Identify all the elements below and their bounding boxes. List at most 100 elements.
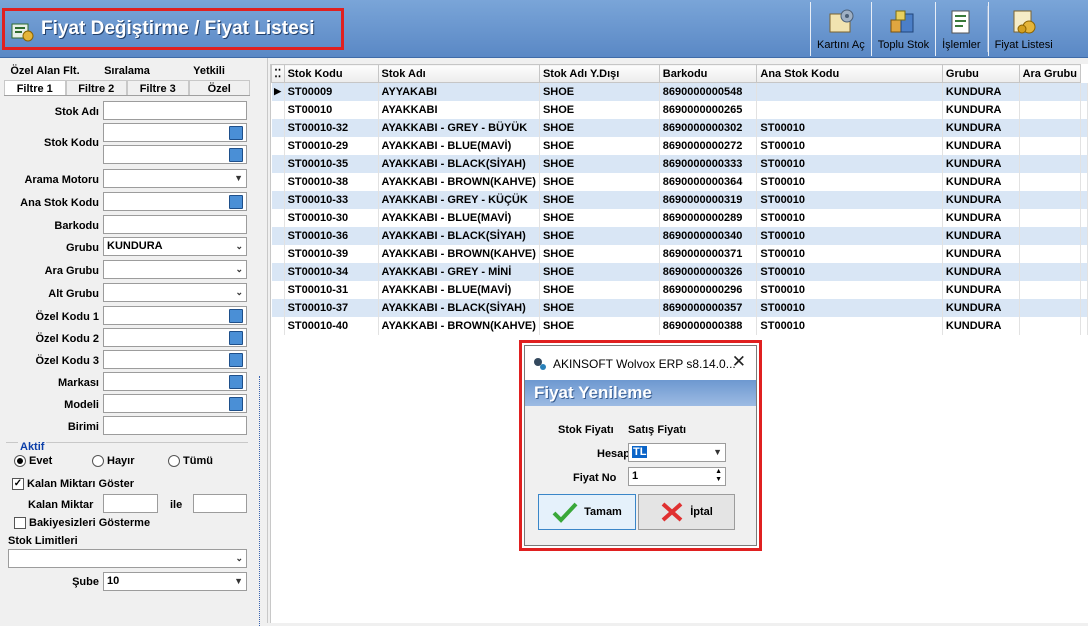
tab-ozel-alan[interactable]: Özel Alan Flt. — [4, 63, 86, 79]
table-cell[interactable]: AYAKKABI - BLACK(SİYAH) — [378, 298, 540, 317]
modeli-input[interactable] — [103, 394, 247, 413]
table-cell[interactable]: 8690000000319 — [659, 190, 758, 209]
splitter-grip[interactable] — [259, 376, 263, 626]
table-cell[interactable]: ST00010-36 — [284, 226, 379, 245]
panel-splitter[interactable] — [252, 58, 268, 626]
table-cell[interactable]: KUNDURA — [942, 226, 1020, 245]
hesap-select[interactable]: TL ▼ — [628, 443, 726, 462]
table-cell[interactable] — [756, 100, 943, 119]
bakiyesizleri-gosterme-checkbox[interactable]: Bakiyesizleri Gösterme — [14, 517, 150, 529]
table-row[interactable]: ST00010 AYAKKABI SHOE 8690000000265 KUNDURA — [271, 100, 1088, 119]
ozel-kodu-3-input[interactable] — [103, 350, 247, 369]
table-cell[interactable]: ST00010-30 — [284, 208, 379, 227]
arama-motoru-select[interactable]: ▼ — [103, 169, 247, 188]
table-cell[interactable]: 8690000000302 — [659, 118, 758, 137]
aktif-evet-radio[interactable]: Evet — [14, 455, 52, 467]
table-cell[interactable]: ST00010-32 — [284, 118, 379, 137]
fiyat-no-stepper[interactable]: 1 ▲ ▼ — [628, 467, 726, 486]
column-header[interactable]: Stok Adı — [377, 64, 540, 83]
bulk-stock-button[interactable]: Toplu Stok — [870, 2, 935, 56]
table-cell[interactable]: 8690000000296 — [659, 280, 758, 299]
table-cell[interactable]: KUNDURA — [942, 262, 1020, 281]
aktif-tumu-radio[interactable]: Tümü — [168, 455, 213, 467]
stok-kodu-input-1[interactable] — [103, 123, 247, 142]
table-row[interactable]: ST00010-36 AYAKKABI - BLACK(SİYAH) SHOE 869… — [271, 226, 1088, 245]
table-row[interactable]: ST00010-31 AYAKKABI - BLUE(MAVİ) SHOE 86900… — [271, 280, 1088, 299]
table-cell[interactable] — [1019, 226, 1082, 245]
ozel-kodu-1-input[interactable] — [103, 306, 247, 325]
table-row[interactable]: ST00010-38 AYAKKABI - BROWN(KAHVE) SHOE 869… — [271, 172, 1088, 191]
table-row[interactable]: ▶ ST00009 AYYAKABI SHOE 8690000000548 KUNDURA — [271, 82, 1088, 101]
table-cell[interactable]: AYAKKABI - GREY - BÜYÜK — [378, 118, 540, 137]
open-card-button[interactable]: Kartını Aç — [810, 2, 871, 56]
ara-grubu-select[interactable]: ⌄ — [103, 260, 247, 279]
table-cell[interactable] — [1019, 208, 1082, 227]
table-cell[interactable]: AYAKKABI - BLUE(MAVİ) — [378, 280, 540, 299]
table-cell[interactable]: SHOE — [539, 208, 660, 227]
table-cell[interactable]: KUNDURA — [942, 190, 1020, 209]
barkodu-input[interactable] — [103, 215, 247, 234]
ozel-kodu-2-input[interactable] — [103, 328, 247, 347]
table-cell[interactable]: AYAKKABI - GREY - KÜÇÜK — [378, 190, 540, 209]
table-cell[interactable]: KUNDURA — [942, 136, 1020, 155]
table-cell[interactable] — [1019, 244, 1082, 263]
table-cell[interactable]: 8690000000371 — [659, 244, 758, 263]
operations-button[interactable]: İşlemler — [935, 2, 987, 56]
table-cell[interactable]: ST00010 — [756, 118, 943, 137]
table-cell[interactable]: ST00010 — [756, 208, 943, 227]
table-cell[interactable] — [1019, 280, 1082, 299]
table-cell[interactable]: ST00010 — [756, 280, 943, 299]
table-cell[interactable]: AYAKKABI - GREY - MİNİ — [378, 262, 540, 281]
table-cell[interactable]: 8690000000333 — [659, 154, 758, 173]
table-cell[interactable]: KUNDURA — [942, 298, 1020, 317]
table-cell[interactable] — [1019, 82, 1082, 101]
table-cell[interactable]: ST00010 — [756, 226, 943, 245]
table-cell[interactable] — [1019, 316, 1082, 335]
table-cell[interactable]: SHOE — [539, 154, 660, 173]
table-cell[interactable]: ST00010 — [756, 298, 943, 317]
table-cell[interactable]: SHOE — [539, 172, 660, 191]
table-cell[interactable]: 8690000000388 — [659, 316, 758, 335]
table-cell[interactable]: AYAKKABI - BLUE(MAVİ) — [378, 208, 540, 227]
table-cell[interactable]: SHOE — [539, 82, 660, 101]
table-cell[interactable]: AYAKKABI — [378, 100, 540, 119]
column-header[interactable]: Barkodu — [658, 64, 758, 83]
tab-ozel[interactable]: Özel — [188, 80, 250, 95]
table-cell[interactable]: 8690000000357 — [659, 298, 758, 317]
table-cell[interactable] — [1019, 172, 1082, 191]
table-cell[interactable]: KUNDURA — [942, 154, 1020, 173]
table-cell[interactable] — [756, 82, 943, 101]
table-cell[interactable]: ST00010-38 — [284, 172, 379, 191]
markasi-input[interactable] — [103, 372, 247, 391]
table-cell[interactable]: ST00010-29 — [284, 136, 379, 155]
table-row[interactable]: ST00010-30 AYAKKABI - BLUE(MAVİ) SHOE 86900… — [271, 208, 1088, 227]
table-cell[interactable]: 8690000000289 — [659, 208, 758, 227]
tab-filtre-1[interactable]: Filtre 1 — [4, 80, 66, 95]
table-cell[interactable]: AYAKKABI - BLACK(SİYAH) — [378, 154, 540, 173]
table-cell[interactable] — [1019, 298, 1082, 317]
stok-limitleri-select[interactable]: ⌄ — [8, 549, 247, 568]
table-cell[interactable]: KUNDURA — [942, 118, 1020, 137]
table-cell[interactable]: KUNDURA — [942, 100, 1020, 119]
table-cell[interactable] — [1019, 154, 1082, 173]
table-cell[interactable]: ST00010-33 — [284, 190, 379, 209]
price-list-button[interactable]: Fiyat Listesi — [987, 2, 1059, 56]
table-row[interactable]: ST00010-29 AYAKKABI - BLUE(MAVİ) SHOE 86900… — [271, 136, 1088, 155]
table-cell[interactable]: 8690000000340 — [659, 226, 758, 245]
table-cell[interactable]: KUNDURA — [942, 208, 1020, 227]
table-cell[interactable]: KUNDURA — [942, 172, 1020, 191]
birimi-input[interactable] — [103, 416, 247, 435]
table-cell[interactable] — [1019, 190, 1082, 209]
grubu-select[interactable]: KUNDURA ⌄ — [103, 237, 247, 256]
table-cell[interactable]: AYAKKABI - BROWN(KAHVE) — [378, 172, 540, 191]
table-cell[interactable]: SHOE — [539, 100, 660, 119]
table-row[interactable]: ST00010-33 AYAKKABI - GREY - KÜÇÜK SHOE 869… — [271, 190, 1088, 209]
tab-filtre-3[interactable]: Filtre 3 — [127, 80, 189, 95]
table-cell[interactable]: AYAKKABI - BLUE(MAVİ) — [378, 136, 540, 155]
stok-kodu-input-2[interactable] — [103, 145, 247, 164]
table-cell[interactable]: AYYAKABI — [378, 82, 540, 101]
kalan-miktar-to-input[interactable] — [193, 494, 247, 513]
table-cell[interactable]: SHOE — [539, 280, 660, 299]
table-cell[interactable] — [1019, 262, 1082, 281]
table-cell[interactable]: ST00010 — [756, 316, 943, 335]
